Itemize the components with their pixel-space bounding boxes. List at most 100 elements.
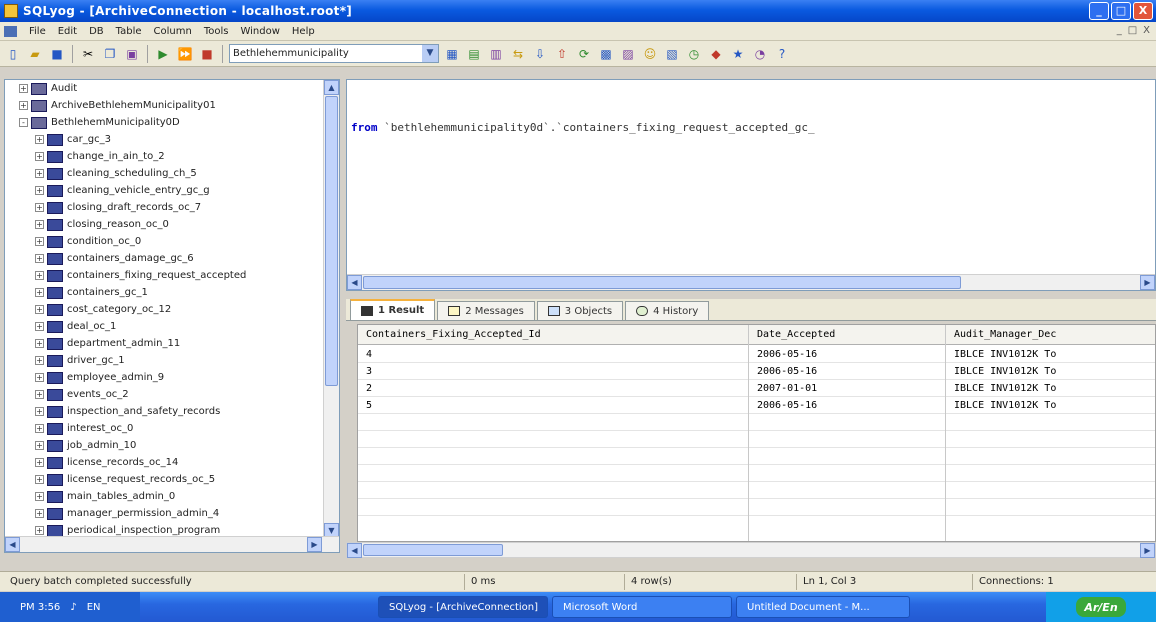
execute-icon[interactable]: ▶ <box>154 45 172 63</box>
taskbar-button-word[interactable]: Microsoft Word <box>552 596 732 618</box>
table-cell[interactable]: 2 <box>358 380 748 397</box>
tree-item[interactable]: + change_in_ain_to_2 <box>5 148 323 165</box>
expand-icon[interactable]: + <box>35 186 44 195</box>
expand-icon[interactable]: + <box>35 237 44 246</box>
scroll-right-icon[interactable]: ▶ <box>307 537 322 552</box>
scroll-right-icon[interactable]: ▶ <box>1140 275 1155 290</box>
scroll-left-icon[interactable]: ◀ <box>347 543 362 558</box>
expand-icon[interactable]: + <box>35 509 44 518</box>
expand-icon[interactable]: + <box>35 271 44 280</box>
scroll-left-icon[interactable]: ◀ <box>5 537 20 552</box>
expand-icon[interactable]: + <box>19 84 28 93</box>
expand-icon[interactable]: + <box>35 152 44 161</box>
table-row[interactable]: 5 2006-05-16 IBLCE INV1012K To <box>358 397 1155 414</box>
table-cell[interactable]: IBLCE INV1012K To <box>946 363 1155 380</box>
tree-item[interactable]: + cost_category_oc_12 <box>5 301 323 318</box>
tree-item[interactable]: + car_gc_3 <box>5 131 323 148</box>
manage-indexes-icon[interactable]: ▥ <box>487 45 505 63</box>
tree-item[interactable]: + events_oc_2 <box>5 386 323 403</box>
chevron-down-icon[interactable]: ▼ <box>422 45 438 62</box>
notifications-icon[interactable]: ◆ <box>707 45 725 63</box>
table-row[interactable]: 2 2007-01-01 IBLCE INV1012K To <box>358 380 1155 397</box>
expand-icon[interactable]: + <box>35 424 44 433</box>
tree-item[interactable]: + closing_draft_records_oc_7 <box>5 199 323 216</box>
expand-icon[interactable]: + <box>35 526 44 535</box>
stop-icon[interactable]: ■ <box>198 45 216 63</box>
tree-item[interactable]: + deal_oc_1 <box>5 318 323 335</box>
tab-history[interactable]: 4 History <box>625 301 710 320</box>
menu-table[interactable]: Table <box>110 26 148 37</box>
tree-item[interactable]: + inspection_and_safety_records <box>5 403 323 420</box>
expand-icon[interactable]: + <box>35 475 44 484</box>
help-icon[interactable]: ? <box>773 45 791 63</box>
expand-icon[interactable]: + <box>35 169 44 178</box>
favorites-icon[interactable]: ★ <box>729 45 747 63</box>
menu-db[interactable]: DB <box>83 26 110 37</box>
minimize-button[interactable]: _ <box>1089 2 1109 20</box>
expand-icon[interactable]: + <box>35 390 44 399</box>
scroll-right-icon[interactable]: ▶ <box>1140 543 1155 558</box>
tree-item[interactable]: + license_records_oc_14 <box>5 454 323 471</box>
document-icon[interactable] <box>4 25 17 37</box>
query-builder-icon[interactable]: ▧ <box>663 45 681 63</box>
column-divider[interactable] <box>945 325 946 541</box>
table-row[interactable]: 3 2006-05-16 IBLCE INV1012K To <box>358 363 1155 380</box>
restore-icon[interactable]: ▨ <box>619 45 637 63</box>
expand-icon[interactable]: + <box>35 441 44 450</box>
tree-item[interactable]: + cleaning_vehicle_entry_gc_g <box>5 182 323 199</box>
maximize-button[interactable]: □ <box>1111 2 1131 20</box>
tree-item[interactable]: + closing_reason_oc_0 <box>5 216 323 233</box>
tree-item[interactable]: + cleaning_scheduling_ch_5 <box>5 165 323 182</box>
import-icon[interactable]: ⇩ <box>531 45 549 63</box>
table-cell[interactable]: 3 <box>358 363 748 380</box>
taskbar-button-document[interactable]: Untitled Document - M... <box>736 596 910 618</box>
tab-objects[interactable]: 3 Objects <box>536 301 624 320</box>
table-cell[interactable]: 2006-05-16 <box>749 346 945 363</box>
scroll-thumb[interactable] <box>325 96 338 386</box>
expand-icon[interactable]: + <box>19 101 28 110</box>
expand-icon[interactable]: + <box>35 322 44 331</box>
menu-file[interactable]: File <box>23 26 52 37</box>
tree-item[interactable]: + manager_permission_admin_4 <box>5 505 323 522</box>
volume-icon[interactable]: ♪ <box>70 602 76 613</box>
table-cell[interactable]: IBLCE INV1012K To <box>946 397 1155 414</box>
editor-hscrollbar[interactable]: ◀ ▶ <box>347 274 1155 290</box>
expand-icon[interactable]: + <box>35 305 44 314</box>
tree-item[interactable]: + containers_fixing_request_accepted <box>5 267 323 284</box>
sql-editor[interactable]: from `bethlehemmunicipality0d`.`containe… <box>346 79 1156 291</box>
alter-table-icon[interactable]: ▤ <box>465 45 483 63</box>
execute-all-icon[interactable]: ⏩ <box>176 45 194 63</box>
schema-sync-icon[interactable]: ⟳ <box>575 45 593 63</box>
results-grid[interactable]: Containers_Fixing_Accepted_Id Date_Accep… <box>357 324 1156 542</box>
table-row[interactable]: 4 2006-05-16 IBLCE INV1012K To <box>358 346 1155 363</box>
mdi-minimize-button[interactable]: _ <box>1117 25 1122 36</box>
cut-icon[interactable]: ✂ <box>79 45 97 63</box>
copy-icon[interactable]: ❐ <box>101 45 119 63</box>
menu-column[interactable]: Column <box>148 26 198 37</box>
tree-item[interactable]: + employee_admin_9 <box>5 369 323 386</box>
open-icon[interactable]: ▰ <box>26 45 44 63</box>
tree-item[interactable]: + containers_gc_1 <box>5 284 323 301</box>
tab-result[interactable]: 1 Result <box>350 299 436 320</box>
scroll-up-icon[interactable]: ▲ <box>324 80 339 95</box>
grid-hscrollbar[interactable]: ◀ ▶ <box>346 542 1156 558</box>
history-icon[interactable]: ◔ <box>751 45 769 63</box>
object-browser-hscrollbar[interactable]: ◀ ▶ <box>5 536 339 552</box>
table-cell[interactable]: IBLCE INV1012K To <box>946 346 1155 363</box>
tree-item[interactable]: + main_tables_admin_0 <box>5 488 323 505</box>
table-cell[interactable]: 5 <box>358 397 748 414</box>
mdi-restore-button[interactable]: □ <box>1128 25 1137 36</box>
tree-item[interactable]: - BethlehemMunicipality0D <box>5 114 323 131</box>
menu-help[interactable]: Help <box>286 26 321 37</box>
language-indicator[interactable]: EN <box>87 602 101 613</box>
expand-icon[interactable]: + <box>35 373 44 382</box>
sql-line[interactable]: from `bethlehemmunicipality0d`.`containe… <box>351 121 815 134</box>
collapse-icon[interactable]: - <box>19 118 28 127</box>
paste-icon[interactable]: ▣ <box>123 45 141 63</box>
start-button[interactable]: Ar/En <box>1076 597 1126 617</box>
column-header[interactable]: Date_Accepted <box>749 326 945 343</box>
backup-icon[interactable]: ▩ <box>597 45 615 63</box>
clock[interactable]: PM 3:56 <box>20 602 60 613</box>
column-header[interactable]: Containers_Fixing_Accepted_Id <box>358 326 748 343</box>
tree-item[interactable]: + interest_oc_0 <box>5 420 323 437</box>
